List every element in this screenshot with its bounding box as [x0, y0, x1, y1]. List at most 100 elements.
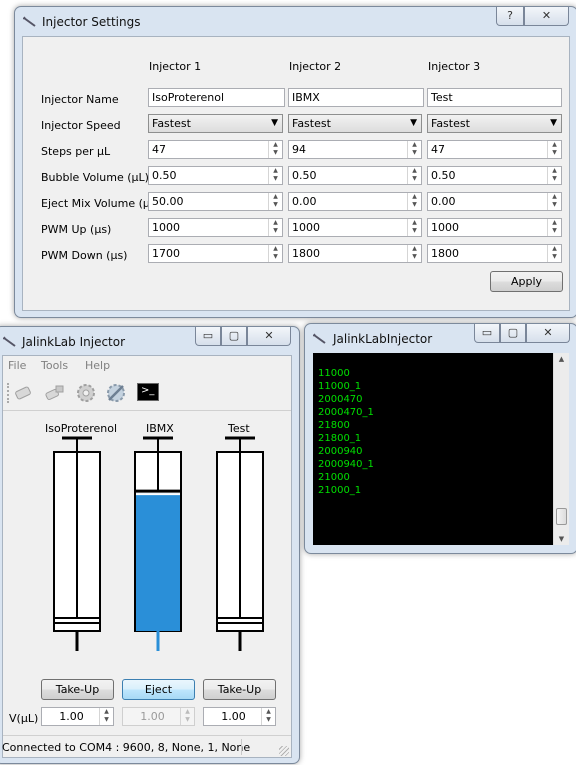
- menu-bar: File Tools Help: [3, 356, 291, 375]
- console-title: JalinkLabInjector: [333, 332, 433, 346]
- settings-titlebar[interactable]: Injector Settings ? ✕: [15, 7, 576, 37]
- spin-arrows-icon[interactable]: ▲ ▼: [99, 708, 113, 725]
- spin-arrows-icon[interactable]: ▲ ▼: [407, 245, 421, 262]
- spin-arrows-icon[interactable]: ▲ ▼: [547, 193, 561, 210]
- injector-2-name-input[interactable]: IBMX: [288, 88, 424, 107]
- spin-arrows-icon[interactable]: ▲ ▼: [261, 708, 275, 725]
- minimize-button[interactable]: ▭: [474, 324, 500, 343]
- spin-arrows-icon[interactable]: ▲ ▼: [407, 167, 421, 184]
- menu-help[interactable]: Help: [85, 359, 110, 372]
- injector-2-pwm-up-spinbox[interactable]: 1000 ▲ ▼: [288, 218, 422, 237]
- syringe-3-volume-spinbox[interactable]: 1.00 ▲ ▼: [203, 707, 276, 726]
- console-line: 21800: [318, 420, 350, 431]
- toolbar: >_: [3, 375, 291, 411]
- injector-3-bubble-spinbox[interactable]: 0.50 ▲ ▼: [427, 166, 562, 185]
- help-button[interactable]: ?: [496, 7, 524, 26]
- settings-gear-icon[interactable]: [75, 382, 97, 404]
- injector-1-eject-spinbox[interactable]: 50.00 ▲ ▼: [148, 192, 283, 211]
- scroll-thumb[interactable]: [556, 508, 567, 525]
- close-button[interactable]: ✕: [524, 7, 569, 26]
- injector-2-eject-value: 0.00: [292, 195, 317, 208]
- syringe-app-icon: [313, 333, 326, 344]
- console-line: 11000: [318, 368, 350, 379]
- spin-arrows-icon[interactable]: ▲ ▼: [268, 193, 282, 210]
- spin-arrows-icon[interactable]: ▲ ▼: [407, 219, 421, 236]
- spin-arrows-icon[interactable]: ▲ ▼: [547, 167, 561, 184]
- spin-arrows-icon[interactable]: ▲ ▼: [268, 141, 282, 158]
- injector-2-pwm-down-spinbox[interactable]: 1800 ▲ ▼: [288, 244, 422, 263]
- injector-1-speed-select[interactable]: Fastest ▼: [148, 114, 283, 133]
- injector-1-steps-spinbox[interactable]: 47 ▲ ▼: [148, 140, 283, 159]
- injector-2-eject-spinbox[interactable]: 0.00 ▲ ▼: [288, 192, 422, 211]
- injector-3-pwm-up-spinbox[interactable]: 1000 ▲ ▼: [427, 218, 562, 237]
- injector-2-speed-select[interactable]: Fastest ▼: [288, 114, 422, 133]
- console-icon[interactable]: >_: [137, 383, 159, 401]
- injector-3-steps-value: 47: [431, 143, 445, 156]
- console-scrollbar[interactable]: ▲ ▼: [553, 353, 569, 545]
- console-line: 2000940: [318, 446, 363, 457]
- syringe-1-volume-value: 1.00: [59, 710, 84, 723]
- maximize-button[interactable]: ▢: [221, 327, 247, 346]
- spin-arrows-icon[interactable]: ▲ ▼: [268, 167, 282, 184]
- advanced-settings-icon[interactable]: [105, 382, 127, 404]
- injector-1-pwm-up-value: 1000: [152, 221, 180, 234]
- injector-1-pwm-up-spinbox[interactable]: 1000 ▲ ▼: [148, 218, 283, 237]
- spin-arrows-icon[interactable]: ▲ ▼: [547, 141, 561, 158]
- spin-arrows-icon[interactable]: ▲ ▼: [547, 219, 561, 236]
- injector-1-bubble-spinbox[interactable]: 0.50 ▲ ▼: [148, 166, 283, 185]
- injector-1-name-input[interactable]: IsoProterenol: [148, 88, 285, 107]
- injector-2-steps-spinbox[interactable]: 94 ▲ ▼: [288, 140, 422, 159]
- maximize-button[interactable]: ▢: [500, 324, 526, 343]
- connect-icon[interactable]: [13, 383, 35, 403]
- menu-file[interactable]: File: [8, 359, 26, 372]
- console-line: 2000470_1: [318, 407, 374, 418]
- resize-grip[interactable]: [279, 746, 289, 756]
- injector-3-eject-spinbox[interactable]: 0.00 ▲ ▼: [427, 192, 562, 211]
- console-line: 21000_1: [318, 485, 362, 496]
- column-header-injector-3: Injector 3: [428, 60, 481, 73]
- injector-2-bubble-value: 0.50: [292, 169, 317, 182]
- spin-arrows-icon[interactable]: ▲ ▼: [547, 245, 561, 262]
- injector-1-bubble-value: 0.50: [152, 169, 177, 182]
- pwm-down-label: PWM Down (µs): [41, 249, 128, 262]
- menu-tools[interactable]: Tools: [41, 359, 68, 372]
- bubble-volume-label: Bubble Volume (µL): [41, 171, 149, 184]
- spin-arrows-icon[interactable]: ▲ ▼: [268, 219, 282, 236]
- syringe-app-icon: [23, 16, 36, 27]
- spin-arrows-icon[interactable]: ▲ ▼: [407, 141, 421, 158]
- console-line: 2000470: [318, 394, 363, 405]
- eject-mix-volume-label: Eject Mix Volume (µL): [41, 197, 161, 210]
- injector-3-eject-value: 0.00: [431, 195, 456, 208]
- disconnect-icon[interactable]: [44, 383, 66, 403]
- scroll-down-arrow-icon[interactable]: ▼: [554, 535, 569, 543]
- console-titlebar[interactable]: JalinkLabInjector ▭ ▢ ✕: [305, 324, 576, 354]
- console-output[interactable]: 11000 11000_1 2000470 2000470_1 21800 21800_1…: [313, 353, 553, 545]
- spin-arrows-icon[interactable]: ▲ ▼: [268, 245, 282, 262]
- injector-2-pwm-down-value: 1800: [292, 247, 320, 260]
- spin-arrows-icon[interactable]: ▲ ▼: [407, 193, 421, 210]
- close-button[interactable]: ✕: [247, 327, 291, 346]
- injector-2-steps-value: 94: [292, 143, 306, 156]
- injector-1-pwm-down-spinbox[interactable]: 1700 ▲ ▼: [148, 244, 283, 263]
- syringe-2-eject-button[interactable]: Eject: [122, 679, 195, 700]
- dropdown-arrow-icon: ▼: [271, 118, 278, 128]
- injector-3-steps-spinbox[interactable]: 47 ▲ ▼: [427, 140, 562, 159]
- syringe-2-volume-spinbox: 1.00 ▲ ▼: [122, 707, 195, 726]
- injector-2-bubble-spinbox[interactable]: 0.50 ▲ ▼: [288, 166, 422, 185]
- injector-3-pwm-down-spinbox[interactable]: 1800 ▲ ▼: [427, 244, 562, 263]
- injector-3-name-input[interactable]: Test: [427, 88, 562, 107]
- dropdown-arrow-icon: ▼: [550, 118, 557, 128]
- minimize-button[interactable]: ▭: [195, 327, 221, 346]
- dropdown-arrow-icon: ▼: [410, 118, 417, 128]
- injector-settings-window: Injector Settings ? ✕ Injector 1 Injecto…: [14, 6, 576, 318]
- injector-titlebar[interactable]: JalinkLab Injector ▭ ▢ ✕: [0, 327, 299, 357]
- console-icon-text: >_: [141, 385, 155, 396]
- syringe-3-take-up-button[interactable]: Take-Up: [203, 679, 276, 700]
- close-button[interactable]: ✕: [526, 324, 570, 343]
- syringe-1-volume-spinbox[interactable]: 1.00 ▲ ▼: [41, 707, 114, 726]
- pwm-up-label: PWM Up (µs): [41, 223, 112, 236]
- injector-3-speed-select[interactable]: Fastest ▼: [427, 114, 562, 133]
- syringe-1-take-up-button[interactable]: Take-Up: [41, 679, 114, 700]
- apply-button[interactable]: Apply: [490, 271, 563, 292]
- scroll-up-arrow-icon[interactable]: ▲: [554, 355, 569, 363]
